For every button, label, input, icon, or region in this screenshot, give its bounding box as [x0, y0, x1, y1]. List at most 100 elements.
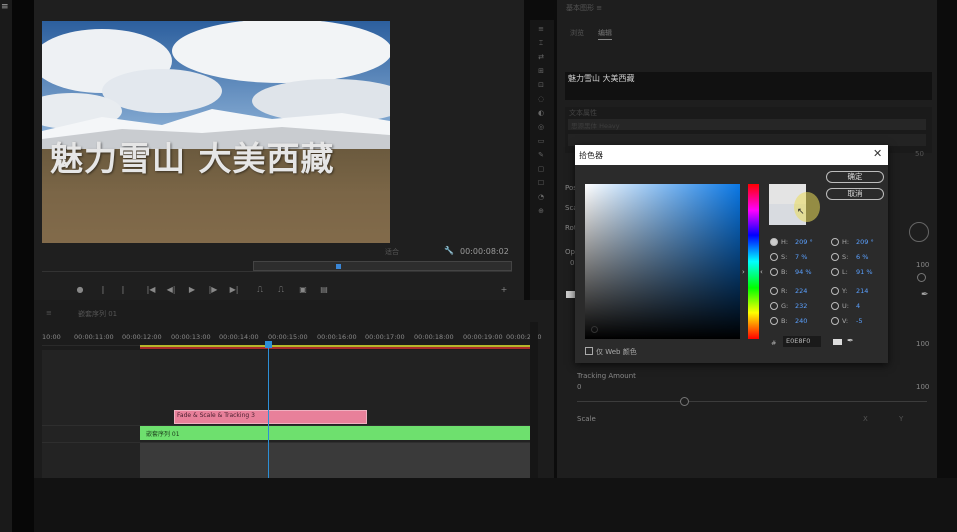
- close-icon[interactable]: ✕: [873, 147, 882, 160]
- hsl-hue-radio[interactable]: [831, 238, 839, 246]
- timeline-scrollbar[interactable]: [530, 322, 538, 478]
- saturation-radio[interactable]: [770, 253, 778, 261]
- value-100[interactable]: 100: [916, 261, 929, 269]
- u-field[interactable]: 4: [856, 302, 860, 310]
- extract-icon[interactable]: ⎍: [275, 284, 287, 296]
- opacity-value[interactable]: 0: [570, 259, 574, 267]
- rotation-dial[interactable]: [909, 222, 929, 242]
- render-bar: [140, 347, 530, 349]
- tracking-slider-track[interactable]: [577, 401, 927, 402]
- tool-icon[interactable]: ⇄: [534, 52, 548, 62]
- audio-track[interactable]: [140, 443, 530, 478]
- hex-input[interactable]: E0E8F0: [783, 336, 821, 347]
- field-label: S:: [842, 253, 849, 261]
- red-radio[interactable]: [770, 287, 778, 295]
- green-field[interactable]: 232: [795, 302, 807, 310]
- fit-dropdown[interactable]: 适合: [385, 247, 399, 257]
- hue-field[interactable]: 209 °: [795, 238, 813, 246]
- add-button-icon[interactable]: +: [498, 284, 510, 296]
- fill-color-swatch[interactable]: [566, 291, 575, 298]
- tool-icon[interactable]: ⊞: [534, 66, 548, 76]
- font-value: 思源黑体 Heavy: [571, 122, 620, 130]
- font-dropdown[interactable]: 思源黑体 Heavy: [568, 119, 926, 130]
- tool-icon[interactable]: ⊡: [534, 80, 548, 90]
- play-icon[interactable]: ▶: [186, 284, 198, 296]
- tool-icon[interactable]: ▢: [534, 164, 548, 174]
- ruler-tick-label: 00:00:15:00: [268, 333, 308, 341]
- color-field[interactable]: [585, 184, 740, 339]
- timeline-playhead-line[interactable]: [268, 346, 269, 478]
- go-to-in-icon[interactable]: |◀: [145, 284, 157, 296]
- hue-slider[interactable]: [748, 184, 759, 339]
- bottom-dark-area: [34, 478, 957, 532]
- tool-icon[interactable]: ◎: [534, 122, 548, 132]
- export-frame-icon[interactable]: ▣: [297, 284, 309, 296]
- hsl-saturation-field[interactable]: 6 %: [856, 253, 868, 261]
- tab-sequence[interactable]: 嵌套序列 01: [78, 309, 117, 319]
- monitor-playhead[interactable]: [336, 264, 341, 269]
- tracking-slider-knob[interactable]: [680, 397, 689, 406]
- tool-icon[interactable]: ◌: [534, 94, 548, 104]
- mark-in-icon[interactable]: |: [97, 284, 109, 296]
- mark-out-icon[interactable]: |: [117, 284, 129, 296]
- hue-arrow-icon[interactable]: ›: [742, 268, 745, 276]
- nested-sequence-clip[interactable]: [140, 426, 530, 440]
- tool-icon[interactable]: ⌶: [534, 38, 548, 48]
- video-title-text[interactable]: 魅力雪山 大美西藏: [50, 132, 390, 180]
- cancel-button[interactable]: 取消: [826, 188, 884, 200]
- timeline-playhead[interactable]: [265, 341, 272, 348]
- tab-browse[interactable]: 浏览: [570, 28, 584, 38]
- lightness-field[interactable]: 91 %: [856, 268, 873, 276]
- tool-icon[interactable]: ≡: [534, 24, 548, 34]
- tool-icon[interactable]: ◔: [534, 192, 548, 202]
- mouse-cursor-icon: ↖: [797, 207, 805, 217]
- left-panel-strip: [0, 0, 12, 532]
- lift-icon[interactable]: ⎍: [254, 284, 266, 296]
- step-back-icon[interactable]: ◀|: [165, 284, 177, 296]
- v-field[interactable]: -5: [856, 317, 862, 325]
- hsl-hue-field[interactable]: 209 °: [856, 238, 874, 246]
- compare-icon[interactable]: ▤: [318, 284, 330, 296]
- tool-icon[interactable]: ◐: [534, 108, 548, 118]
- eyedropper-icon[interactable]: ✒: [847, 336, 854, 345]
- blue-field[interactable]: 240: [795, 317, 807, 325]
- blue-radio[interactable]: [770, 317, 778, 325]
- slider-knob[interactable]: [917, 273, 926, 282]
- tool-icon[interactable]: ✎: [534, 150, 548, 160]
- v-radio[interactable]: [831, 317, 839, 325]
- video-preview[interactable]: 魅力雪山 大美西藏: [42, 21, 390, 243]
- step-forward-icon[interactable]: |▶: [207, 284, 219, 296]
- hue-arrow-icon[interactable]: ‹: [760, 268, 763, 276]
- dialog-title-bar[interactable]: [575, 145, 888, 165]
- field-label: S:: [781, 253, 788, 261]
- hue-radio[interactable]: [770, 238, 778, 246]
- tool-icon[interactable]: ⊕: [534, 206, 548, 216]
- hsl-saturation-radio[interactable]: [831, 253, 839, 261]
- ok-button[interactable]: 确定: [826, 171, 884, 183]
- text-layer-item[interactable]: 魅力雪山 大美西藏: [568, 73, 635, 84]
- value-100[interactable]: 100: [916, 340, 929, 348]
- settings-wrench-icon[interactable]: 🔧: [444, 246, 454, 255]
- brightness-radio[interactable]: [770, 268, 778, 276]
- luma-radio[interactable]: [831, 287, 839, 295]
- tool-icon[interactable]: ▭: [534, 136, 548, 146]
- luma-field[interactable]: 214: [856, 287, 868, 295]
- timeline-menu-icon[interactable]: ≡: [46, 309, 52, 317]
- eyedropper-icon[interactable]: ✒: [921, 290, 929, 300]
- lightness-radio[interactable]: [831, 268, 839, 276]
- brightness-field[interactable]: 94 %: [795, 268, 812, 276]
- panel-gutter: [12, 0, 34, 532]
- web-colors-checkbox[interactable]: [585, 347, 593, 355]
- hamburger-icon[interactable]: ≡: [1, 2, 10, 12]
- green-radio[interactable]: [770, 302, 778, 310]
- red-field[interactable]: 224: [795, 287, 807, 295]
- tab-edit[interactable]: 编辑: [598, 28, 612, 40]
- u-radio[interactable]: [831, 302, 839, 310]
- tool-icon[interactable]: ☐: [534, 178, 548, 188]
- color-field-cursor[interactable]: [591, 326, 598, 333]
- marker-icon[interactable]: ●: [74, 284, 86, 296]
- saturation-field[interactable]: 7 %: [795, 253, 807, 261]
- go-to-out-icon[interactable]: ▶|: [228, 284, 240, 296]
- monitor-zoom-scrollbar[interactable]: [253, 261, 512, 271]
- field-label: G:: [781, 302, 789, 310]
